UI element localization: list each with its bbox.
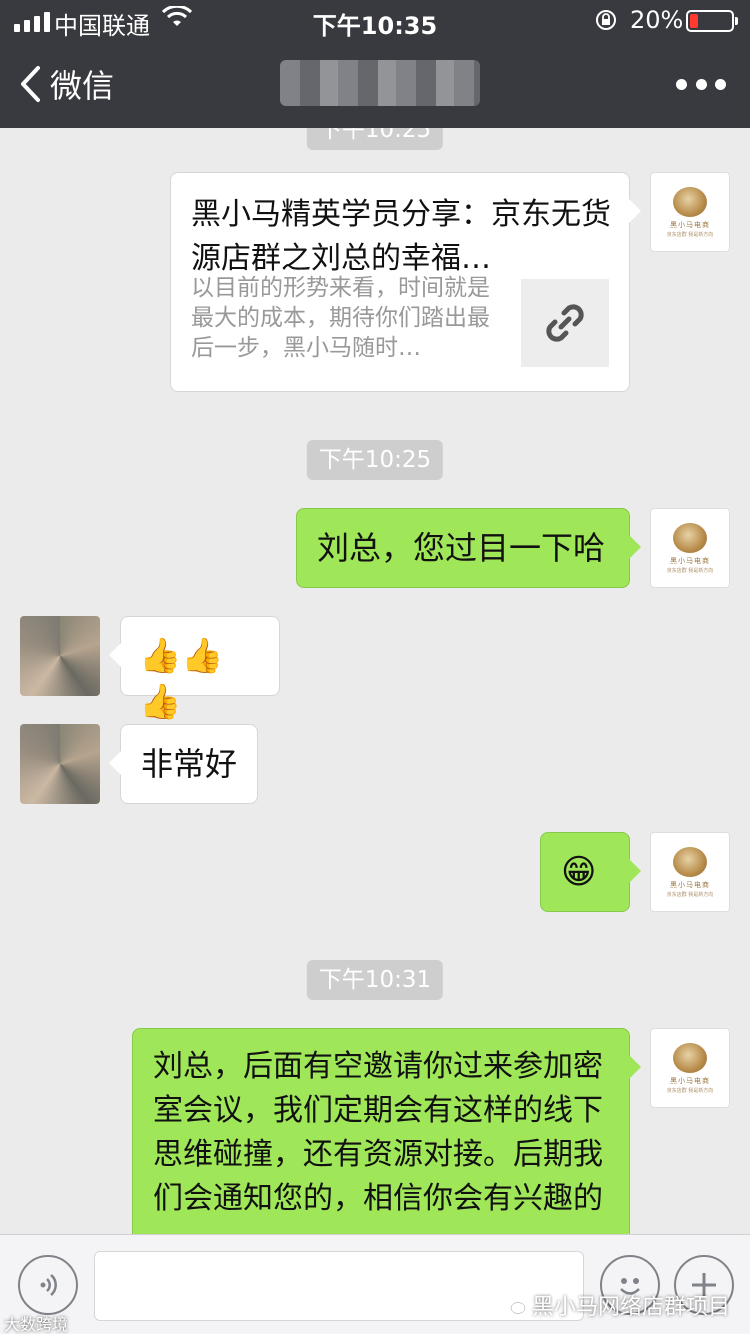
card-title: 黑小马精英学员分享：京东无货源店群之刘总的幸福… [191, 197, 611, 276]
brand-logo-icon [673, 522, 707, 553]
status-bar: 中国联通 下午10:35 20% [0, 0, 750, 40]
back-label: 微信 [50, 67, 115, 105]
watermark: 黑小马网络店群项目 [502, 1289, 730, 1321]
orientation-lock-icon [596, 10, 616, 30]
grin-emoji: 😁 [561, 852, 597, 892]
voice-icon [40, 1274, 57, 1296]
brand-logo-icon [673, 1042, 707, 1073]
battery-icon [686, 10, 738, 32]
link-card[interactable]: 黑小马精英学员分享：京东无货源店群之刘总的幸福… 以目前的形势来看，时间就是最大… [170, 172, 641, 392]
message-bubble-out[interactable]: 刘总，您过目一下哈 [296, 508, 641, 588]
more-button[interactable] [676, 64, 726, 104]
message-text: 非常好 [141, 745, 238, 783]
brand-sub: 京东店群 我是新方向 [666, 231, 714, 238]
thumbs-up-emoji: 👍👍👍 [139, 636, 224, 722]
top-bar: 中国联通 下午10:35 20% 微信 [0, 0, 750, 128]
brand-sub: 京东店群 我是新方向 [666, 891, 714, 898]
message-text: 刘总，您过目一下哈 [317, 529, 606, 567]
self-avatar[interactable]: 黑小马电商 京东店群 我是新方向 [650, 1028, 730, 1108]
self-avatar[interactable]: 黑小马电商 京东店群 我是新方向 [650, 508, 730, 588]
brand-name: 黑小马电商 [670, 220, 710, 229]
message-bubble-in[interactable]: 非常好 [109, 724, 258, 804]
self-avatar[interactable]: 黑小马电商 京东店群 我是新方向 [650, 172, 730, 252]
wechat-logo-icon [502, 1296, 526, 1314]
dot [676, 78, 687, 90]
brand-sub: 京东店群 我是新方向 [666, 567, 714, 574]
timestamp: 下午10:31 [306, 960, 444, 1000]
contact-avatar-blurred[interactable] [20, 724, 100, 804]
card-thumbnail [521, 279, 609, 367]
battery-percent: 20% [630, 6, 684, 34]
timestamp: 下午10:25 [306, 440, 444, 480]
battery-fill [690, 14, 698, 28]
chat-area[interactable]: 下午10:25 黑小马精英学员分享：京东无货源店群之刘总的幸福… 以目前的形势来… [0, 128, 750, 1234]
message-bubble-in[interactable]: 👍👍👍 [109, 616, 280, 722]
brand-logo-icon [673, 846, 707, 877]
message-text: 刘总，后面有空邀请你过来参加密室会议，我们定期会有这样的线下思维碰撞，还有资源对… [153, 1049, 603, 1216]
message-bubble-out[interactable]: 刘总，后面有空邀请你过来参加密室会议，我们定期会有这样的线下思维碰撞，还有资源对… [132, 1028, 641, 1234]
dot [695, 78, 707, 90]
message-bubble-out[interactable]: 😁 [540, 832, 641, 912]
card-description: 以目前的形势来看，时间就是最大的成本，期待你们踏出最后一步，黑小马随时… [191, 275, 490, 361]
watermark-text: 黑小马网络店群项目 [531, 1295, 730, 1320]
watermark-left: 大数跨境 [4, 1315, 69, 1334]
brand-name: 黑小马电商 [670, 1076, 710, 1085]
chat-title-blurred [280, 60, 480, 106]
brand-sub: 京东店群 我是新方向 [666, 1087, 714, 1094]
input-bar: 黑小马网络店群项目 大数跨境 [0, 1234, 750, 1334]
contact-avatar-blurred[interactable] [20, 616, 100, 696]
voice-button[interactable] [18, 1255, 78, 1315]
chevron-left-icon [21, 66, 40, 102]
link-icon [546, 304, 584, 342]
back-button[interactable]: 微信 [18, 62, 128, 106]
brand-name: 黑小马电商 [670, 880, 710, 889]
self-avatar[interactable]: 黑小马电商 京东店群 我是新方向 [650, 832, 730, 912]
dot [715, 78, 726, 90]
timestamp: 下午10:25 [306, 128, 444, 150]
brand-name: 黑小马电商 [670, 556, 710, 565]
brand-logo-icon [673, 186, 707, 217]
